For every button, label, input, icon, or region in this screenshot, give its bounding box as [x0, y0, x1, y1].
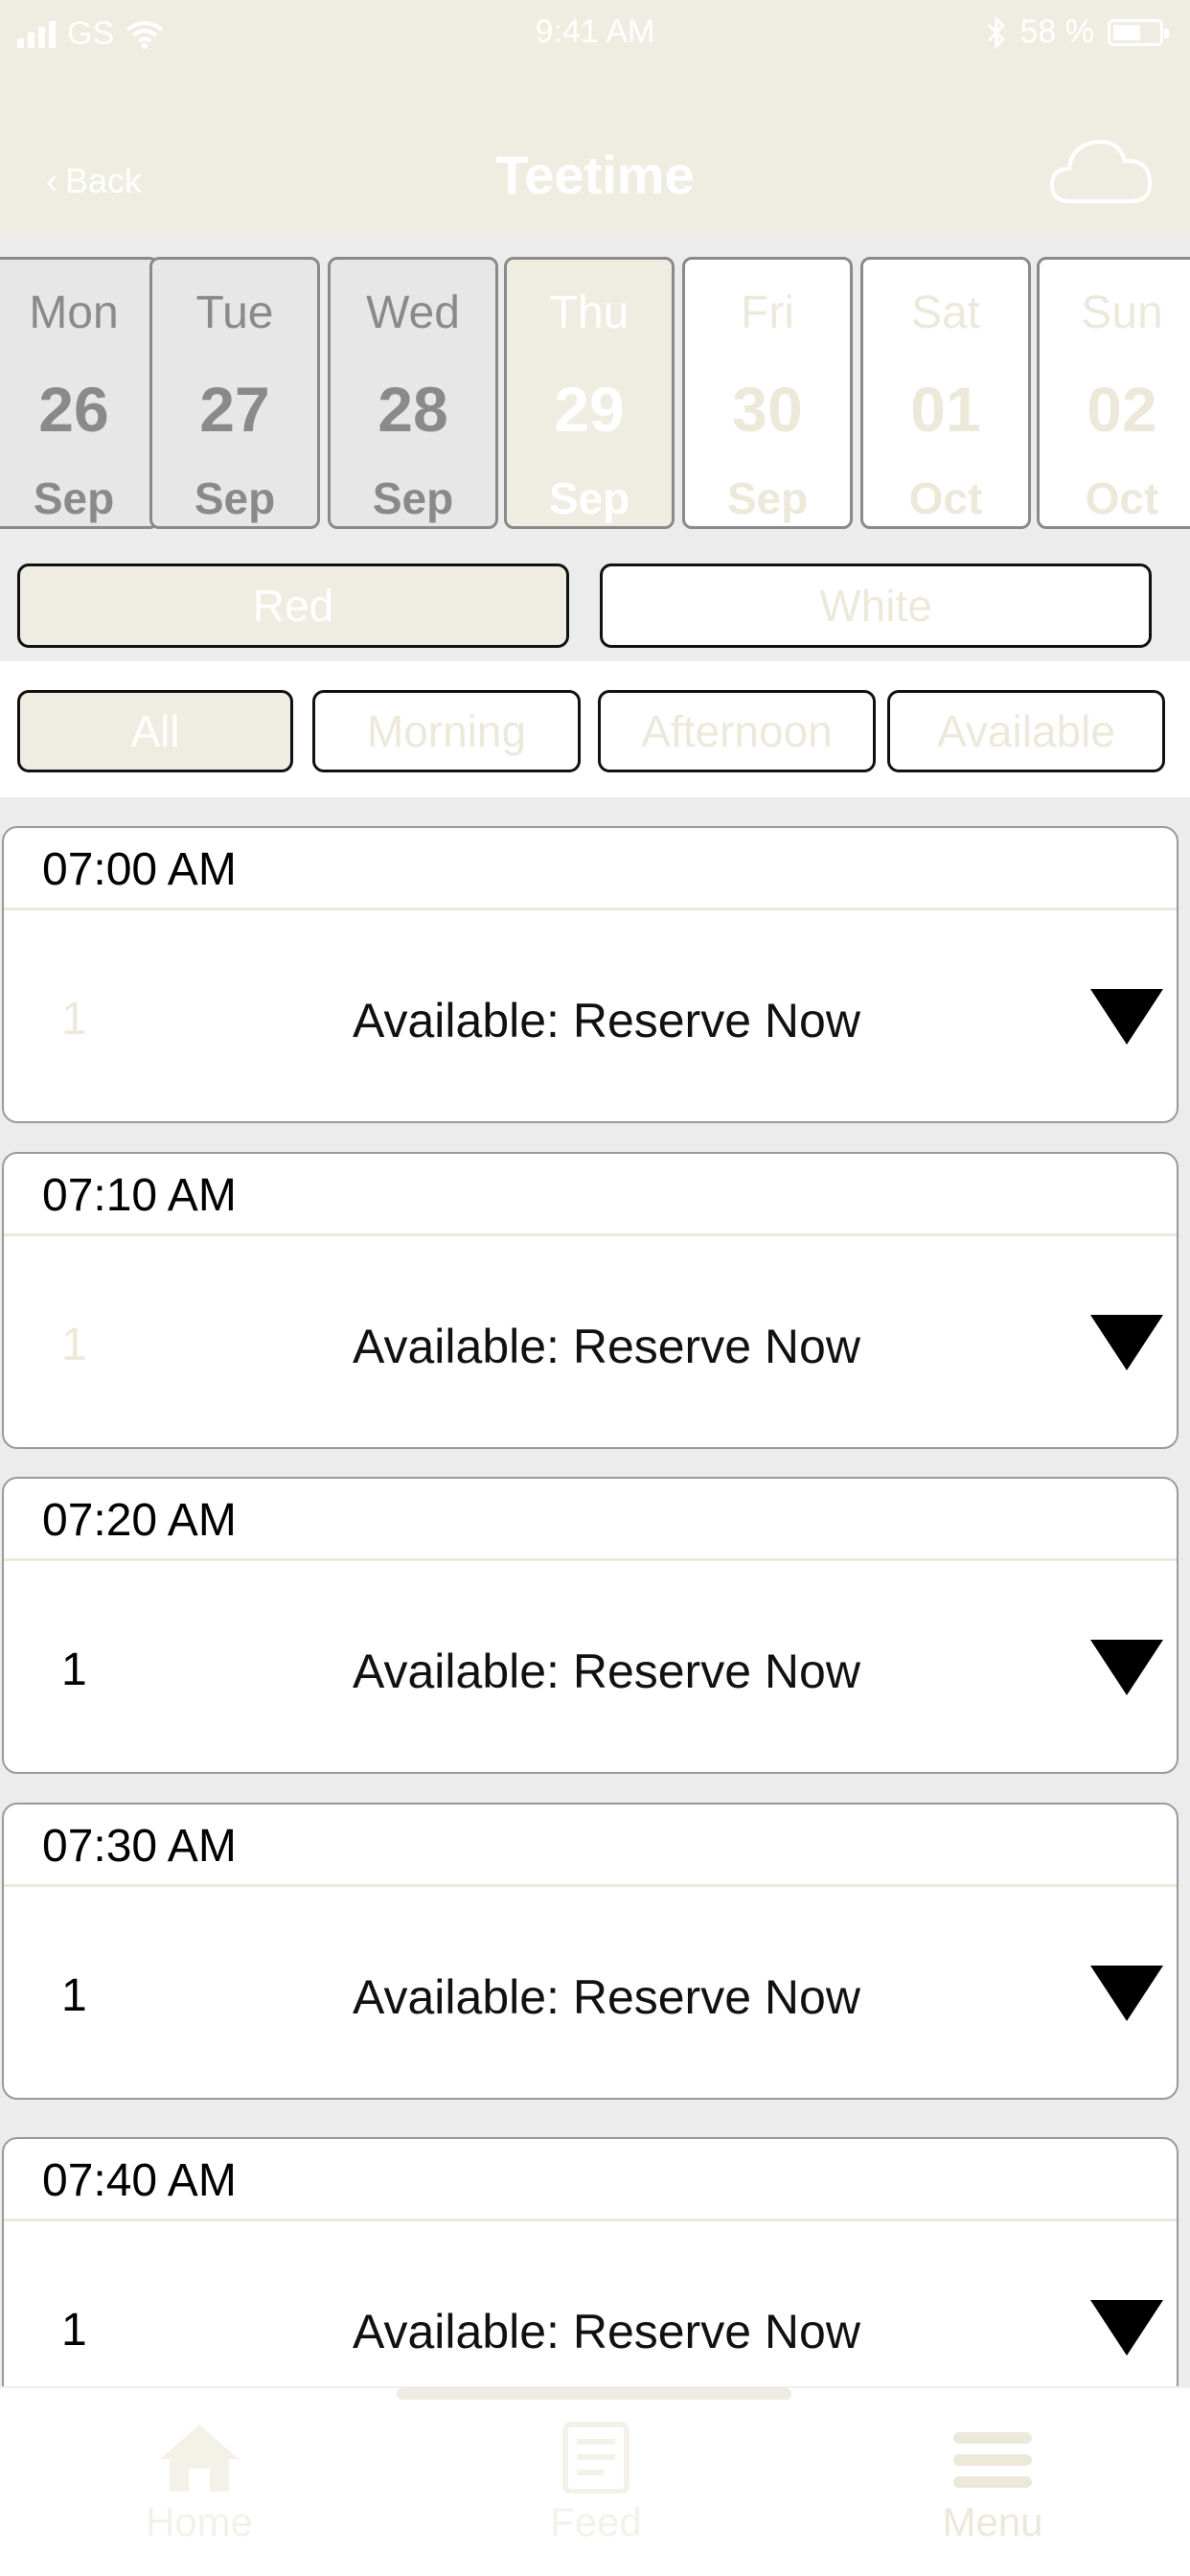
- top-bar: GS 9:41 AM 58 % ‹ Back Teetime: [0, 0, 1190, 236]
- reserve-now-link[interactable]: Available: Reserve Now: [4, 1644, 1177, 1699]
- reserve-now-link[interactable]: Available: Reserve Now: [4, 1969, 1177, 2025]
- teetime-card[interactable]: 07:20 AM 1 Available: Reserve Now: [2, 1477, 1179, 1774]
- course-white-button[interactable]: White: [600, 564, 1152, 648]
- date-month: Sep: [548, 473, 630, 523]
- course-red-button[interactable]: Red: [17, 564, 569, 648]
- tab-home[interactable]: Home: [94, 2417, 305, 2545]
- date-day-number: 30: [732, 374, 803, 445]
- home-indicator: [397, 2388, 791, 2400]
- teetime-card[interactable]: 07:10 AM 1 Available: Reserve Now: [2, 1152, 1179, 1449]
- date-day-name: Sun: [1081, 288, 1163, 338]
- battery-icon: [1108, 18, 1169, 46]
- feed-icon: [491, 2417, 701, 2494]
- date-item-fri[interactable]: Fri 30 Sep: [682, 257, 853, 529]
- date-item-sun[interactable]: Sun 02 Oct: [1037, 257, 1190, 529]
- teetime-card[interactable]: 07:00 AM 1 Available: Reserve Now: [2, 826, 1179, 1123]
- teetime-card[interactable]: 07:30 AM 1 Available: Reserve Now: [2, 1803, 1179, 2100]
- date-day-number: 27: [199, 374, 270, 445]
- date-month: Sep: [726, 473, 809, 523]
- expand-arrow-icon[interactable]: [1090, 989, 1163, 1045]
- reserve-now-link[interactable]: Available: Reserve Now: [4, 1319, 1177, 1374]
- date-day-number: 28: [378, 374, 448, 445]
- cloud-icon[interactable]: [1048, 132, 1154, 209]
- date-item-mon[interactable]: Mon 26 Sep: [0, 257, 159, 529]
- date-day-number: 02: [1087, 374, 1157, 445]
- teetime-time: 07:30 AM: [42, 1821, 237, 1872]
- tab-feed-label: Feed: [550, 2499, 642, 2544]
- date-day-name: Mon: [29, 288, 119, 338]
- date-item-thu[interactable]: Thu 29 Sep: [504, 257, 675, 529]
- tab-home-label: Home: [145, 2499, 254, 2544]
- battery-percent: 58 %: [1019, 13, 1095, 50]
- status-bar: GS 9:41 AM 58 %: [0, 0, 1190, 67]
- date-day-name: Fri: [741, 288, 794, 338]
- bluetooth-icon: [987, 15, 1005, 49]
- date-day-name: Wed: [366, 288, 460, 338]
- date-month: Oct: [908, 473, 983, 523]
- tab-bar: Home Feed Menu: [0, 2386, 1190, 2576]
- tab-menu-label: Menu: [942, 2499, 1043, 2544]
- reserve-now-link[interactable]: Available: Reserve Now: [4, 2304, 1177, 2359]
- teetime-time: 07:20 AM: [42, 1495, 237, 1546]
- teetime-header: 07:00 AM: [4, 828, 1177, 910]
- status-right: 58 %: [986, 13, 1169, 51]
- filter-afternoon-button[interactable]: Afternoon: [598, 690, 876, 772]
- menu-icon: [887, 2417, 1098, 2494]
- expand-arrow-icon[interactable]: [1090, 1640, 1163, 1695]
- teetime-header: 07:20 AM: [4, 1479, 1177, 1561]
- teetime-time: 07:40 AM: [42, 2155, 237, 2206]
- tab-menu[interactable]: Menu: [887, 2417, 1098, 2545]
- date-day-number: 29: [554, 374, 625, 445]
- date-month: Sep: [372, 473, 454, 523]
- teetime-time: 07:10 AM: [42, 1170, 237, 1221]
- expand-arrow-icon[interactable]: [1090, 1966, 1163, 2021]
- teetime-header: 07:30 AM: [4, 1805, 1177, 1887]
- home-icon: [94, 2417, 305, 2494]
- date-item-sat[interactable]: Sat 01 Oct: [860, 257, 1031, 529]
- teetime-header: 07:40 AM: [4, 2139, 1177, 2221]
- filter-available-button[interactable]: Available: [887, 690, 1165, 772]
- tab-feed[interactable]: Feed: [491, 2417, 701, 2545]
- teetime-header: 07:10 AM: [4, 1154, 1177, 1236]
- date-day-name: Thu: [549, 288, 629, 338]
- date-day-name: Sat: [910, 288, 981, 338]
- filter-morning-button[interactable]: Morning: [312, 690, 581, 772]
- date-month: Sep: [33, 473, 115, 523]
- date-strip: Mon 26 Sep Tue 27 Sep Wed 28 Sep Thu 29 …: [0, 236, 1190, 552]
- expand-arrow-icon[interactable]: [1090, 2300, 1163, 2356]
- date-day-number: 01: [910, 374, 981, 445]
- date-item-tue[interactable]: Tue 27 Sep: [149, 257, 320, 529]
- expand-arrow-icon[interactable]: [1090, 1315, 1163, 1370]
- date-day-number: 26: [38, 374, 109, 445]
- page-title: Teetime: [495, 145, 695, 205]
- filter-all-button[interactable]: All: [17, 690, 293, 772]
- date-day-name: Tue: [195, 288, 274, 338]
- date-month: Sep: [194, 473, 276, 523]
- teetime-time: 07:00 AM: [42, 844, 237, 895]
- reserve-now-link[interactable]: Available: Reserve Now: [4, 993, 1177, 1048]
- date-item-wed[interactable]: Wed 28 Sep: [328, 257, 498, 529]
- date-month: Oct: [1085, 473, 1159, 523]
